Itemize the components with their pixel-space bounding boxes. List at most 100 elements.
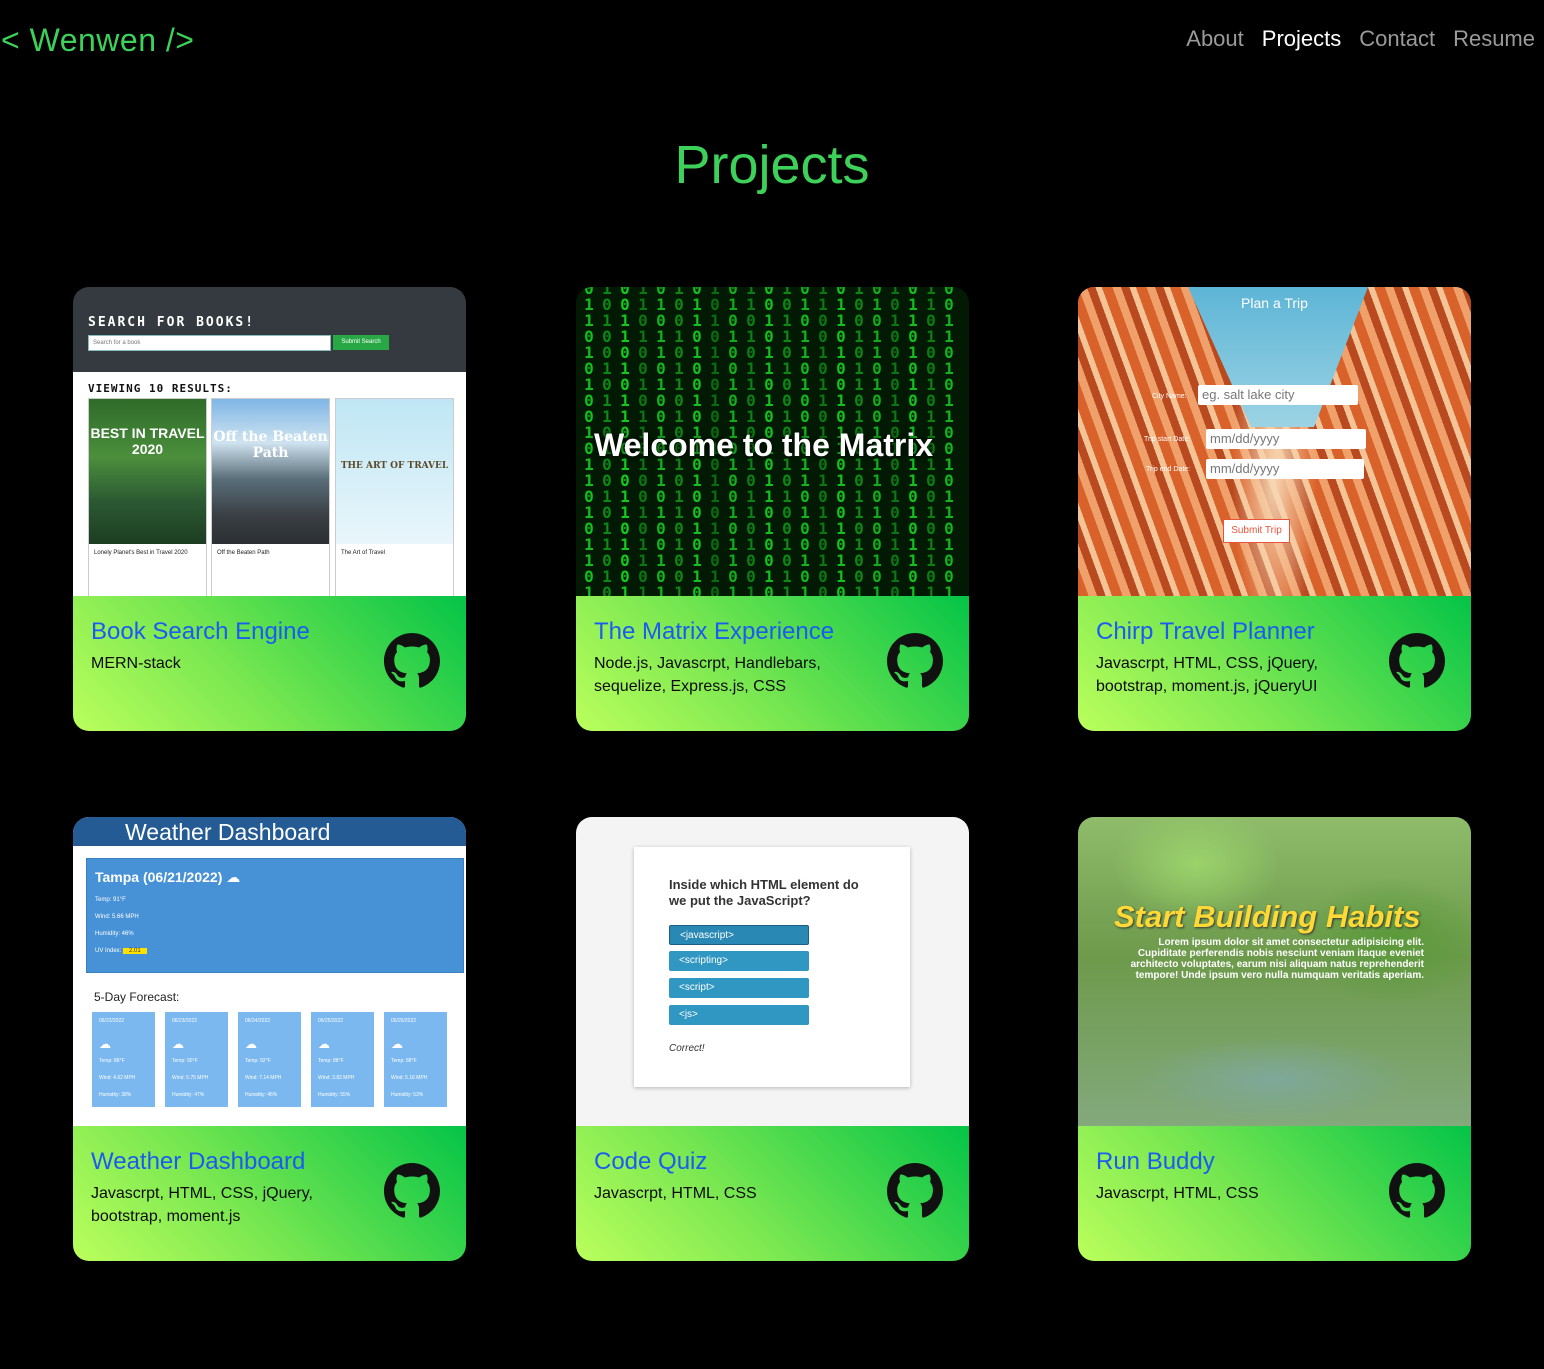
screenshot-header: SEARCH FOR BOOKS! Search for a book Subm…: [73, 287, 466, 372]
site-logo[interactable]: < Wenwen />: [1, 22, 194, 59]
forecast-wind: Wind: 4.62 MPH: [99, 1075, 136, 1081]
screenshot-search-input: Search for a book: [88, 335, 331, 351]
forecast-date: 06/25/2022: [318, 1018, 344, 1024]
forecast-wind: Wind: 7.14 MPH: [245, 1075, 282, 1081]
github-icon[interactable]: [384, 633, 440, 689]
forecast-day: 06/24/2022 ☁ Temp: 92°F Wind: 7.14 MPH H…: [238, 1012, 301, 1107]
book-cover: BEST IN TRAVEL 2020: [89, 399, 206, 544]
quiz-option: <script>: [669, 978, 809, 998]
project-title[interactable]: Run Buddy: [1096, 1148, 1215, 1176]
forecast-date: 06/24/2022: [245, 1018, 271, 1024]
project-title[interactable]: Chirp Travel Planner: [1096, 618, 1315, 646]
nav-resume[interactable]: Resume: [1453, 26, 1535, 52]
project-tech: Node.js, Javascrpt, Handlebars, sequeliz…: [594, 655, 821, 695]
project-title[interactable]: Code Quiz: [594, 1148, 707, 1176]
quiz-screenshot: Inside which HTML element do we put the …: [576, 817, 969, 1126]
project-tech: Javascrpt, HTML, CSS: [1096, 1185, 1259, 1202]
project-tech: Javascrpt, HTML, CSS, jQuery, bootstrap,…: [91, 1185, 313, 1225]
page-title: Projects: [674, 135, 870, 195]
screenshot-results-heading: VIEWING 10 RESULTS:: [88, 382, 233, 395]
project-title[interactable]: Book Search Engine: [91, 618, 310, 646]
screenshot-input: mm/dd/yyyy: [1206, 459, 1364, 479]
forecast-date: 06/23/2022: [172, 1018, 198, 1024]
github-icon[interactable]: [887, 1163, 943, 1219]
forecast-temp: Temp: 88°F: [391, 1058, 417, 1064]
cloud-icon: ☁: [318, 1037, 330, 1051]
forecast-temp: Temp: 92°F: [245, 1058, 271, 1064]
book-caption: Off the Beaten Path: [217, 550, 270, 556]
project-info: Book Search Engine MERN-stack: [73, 596, 466, 731]
project-screenshot[interactable]: Inside which HTML element do we put the …: [576, 817, 969, 1126]
project-screenshot[interactable]: 0110101001011010110100101 10100101101001…: [576, 287, 969, 596]
quiz-question: Inside which HTML element do we put the …: [669, 877, 859, 908]
project-title[interactable]: Weather Dashboard: [91, 1148, 305, 1176]
project-screenshot[interactable]: SEARCH FOR BOOKS! Search for a book Subm…: [73, 287, 466, 596]
screenshot-label: Trip end Date:: [1146, 466, 1191, 473]
forecast-humidity: Humidity: 47%: [172, 1092, 205, 1098]
project-info: Weather Dashboard Javascrpt, HTML, CSS, …: [73, 1126, 466, 1261]
book-cover-title: THE ART OF TRAVEL: [340, 461, 449, 471]
nav-projects[interactable]: Projects: [1262, 26, 1341, 52]
project-screenshot[interactable]: Weather Dashboard Tampa (06/21/2022) ☁ T…: [73, 817, 466, 1126]
screenshot-header: Weather Dashboard: [73, 817, 466, 846]
project-tech: Javascrpt, HTML, CSS: [594, 1185, 757, 1202]
screenshot-book: THE ART OF TRAVEL The Art of Travel: [335, 398, 454, 596]
cloud-icon: ☁: [99, 1037, 111, 1051]
main-nav: About Projects Contact Resume: [1186, 26, 1535, 52]
project-info: The Matrix Experience Node.js, Javascrpt…: [576, 596, 969, 731]
quiz-box: Inside which HTML element do we put the …: [634, 847, 910, 1087]
book-cover: Off the Beaten Path: [212, 399, 329, 544]
weather-uv-label: UV Index:: [95, 948, 122, 954]
screenshot-submit-button: Submit Search: [333, 335, 389, 350]
screenshot-body: Lorem ipsum dolor sit amet consectetur a…: [1130, 937, 1424, 981]
nav-about[interactable]: About: [1186, 26, 1244, 52]
screenshot-input: eg. salt lake city: [1198, 385, 1358, 405]
github-icon[interactable]: [1389, 1163, 1445, 1219]
weather-temp: Temp: 91°F: [95, 897, 126, 903]
github-icon[interactable]: [1389, 633, 1445, 689]
forecast-humidity: Humidity: 55%: [318, 1092, 351, 1098]
quiz-option: <js>: [669, 1005, 809, 1025]
forecast-day: 06/23/2022 ☁ Temp: 90°F Wind: 5.75 MPH H…: [165, 1012, 228, 1107]
project-screenshot[interactable]: Start Building Habits Lorem ipsum dolor …: [1078, 817, 1471, 1126]
quiz-option: <javascript>: [669, 925, 809, 945]
forecast-temp: Temp: 88°F: [99, 1058, 125, 1064]
screenshot-heading: Plan a Trip: [1241, 295, 1308, 311]
project-card-chirp: Plan a Trip City Name: eg. salt lake cit…: [1078, 287, 1471, 731]
weather-wind: Wind: 5.66 MPH: [95, 914, 139, 920]
quiz-result: Correct!: [669, 1043, 705, 1054]
github-icon[interactable]: [887, 633, 943, 689]
cloud-icon: ☁: [172, 1037, 184, 1051]
nav-contact[interactable]: Contact: [1359, 26, 1435, 52]
screenshot-submit-button: Submit Trip: [1223, 519, 1290, 543]
rain-cloud-icon: ☁: [391, 1037, 403, 1051]
project-tech: MERN-stack: [91, 655, 181, 672]
book-cover-title: BEST IN TRAVEL 2020: [90, 425, 205, 457]
forecast-day: 06/25/2022 ☁ Temp: 88°F Wind: 3.82 MPH H…: [311, 1012, 374, 1107]
project-card-code-quiz: Inside which HTML element do we put the …: [576, 817, 969, 1261]
project-screenshot[interactable]: Plan a Trip City Name: eg. salt lake cit…: [1078, 287, 1471, 596]
forecast-humidity: Humidity: 53%: [391, 1092, 424, 1098]
book-cover-title: Off the Beaten Path: [213, 429, 328, 461]
screenshot-results: VIEWING 10 RESULTS: BEST IN TRAVEL 2020 …: [73, 372, 466, 596]
project-card-matrix: 0110101001011010110100101 10100101101001…: [576, 287, 969, 731]
screenshot-input: mm/dd/yyyy: [1206, 429, 1366, 449]
forecast-humidity: Humidity: 46%: [245, 1092, 278, 1098]
github-icon[interactable]: [384, 1163, 440, 1219]
project-info: Code Quiz Javascrpt, HTML, CSS: [576, 1126, 969, 1261]
forecast-wind: Wind: 5.75 MPH: [172, 1075, 209, 1081]
project-tech: Javascrpt, HTML, CSS, jQuery, bootstrap,…: [1096, 655, 1318, 695]
forecast-day: 06/26/2022 ☁ Temp: 88°F Wind: 5.16 MPH H…: [384, 1012, 447, 1107]
project-card-run-buddy: Start Building Habits Lorem ipsum dolor …: [1078, 817, 1471, 1261]
weather-today: Tampa (06/21/2022) ☁ Temp: 91°F Wind: 5.…: [86, 858, 464, 973]
screenshot-heading: Welcome to the Matrix: [594, 427, 934, 463]
screenshot-label: City Name:: [1152, 393, 1187, 400]
screenshot-book: Off the Beaten Path Off the Beaten Path: [211, 398, 330, 596]
screenshot-label: Trip start Date:: [1144, 436, 1191, 443]
run-buddy-background: Start Building Habits Lorem ipsum dolor …: [1078, 817, 1471, 1126]
forecast-date: 06/22/2022: [99, 1018, 125, 1024]
forecast-humidity: Humidity: 38%: [99, 1092, 132, 1098]
forecast-wind: Wind: 5.16 MPH: [391, 1075, 428, 1081]
project-title[interactable]: The Matrix Experience: [594, 618, 834, 646]
forecast-temp: Temp: 90°F: [172, 1058, 198, 1064]
